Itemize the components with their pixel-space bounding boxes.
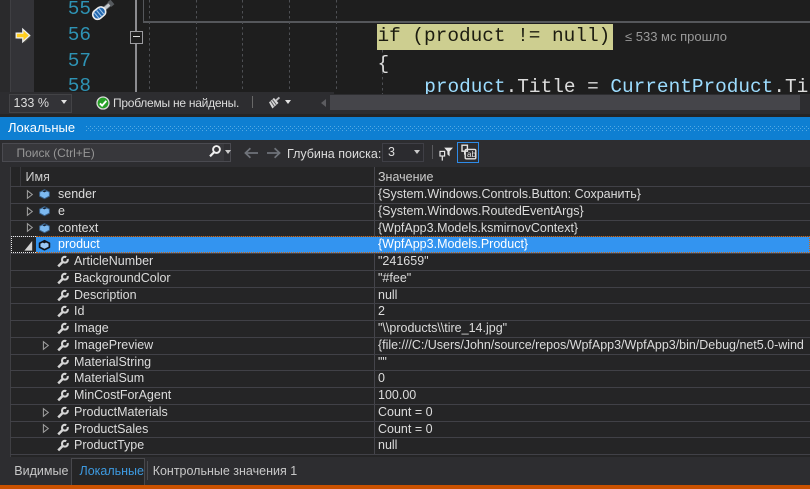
svg-text:ab: ab (467, 150, 476, 159)
